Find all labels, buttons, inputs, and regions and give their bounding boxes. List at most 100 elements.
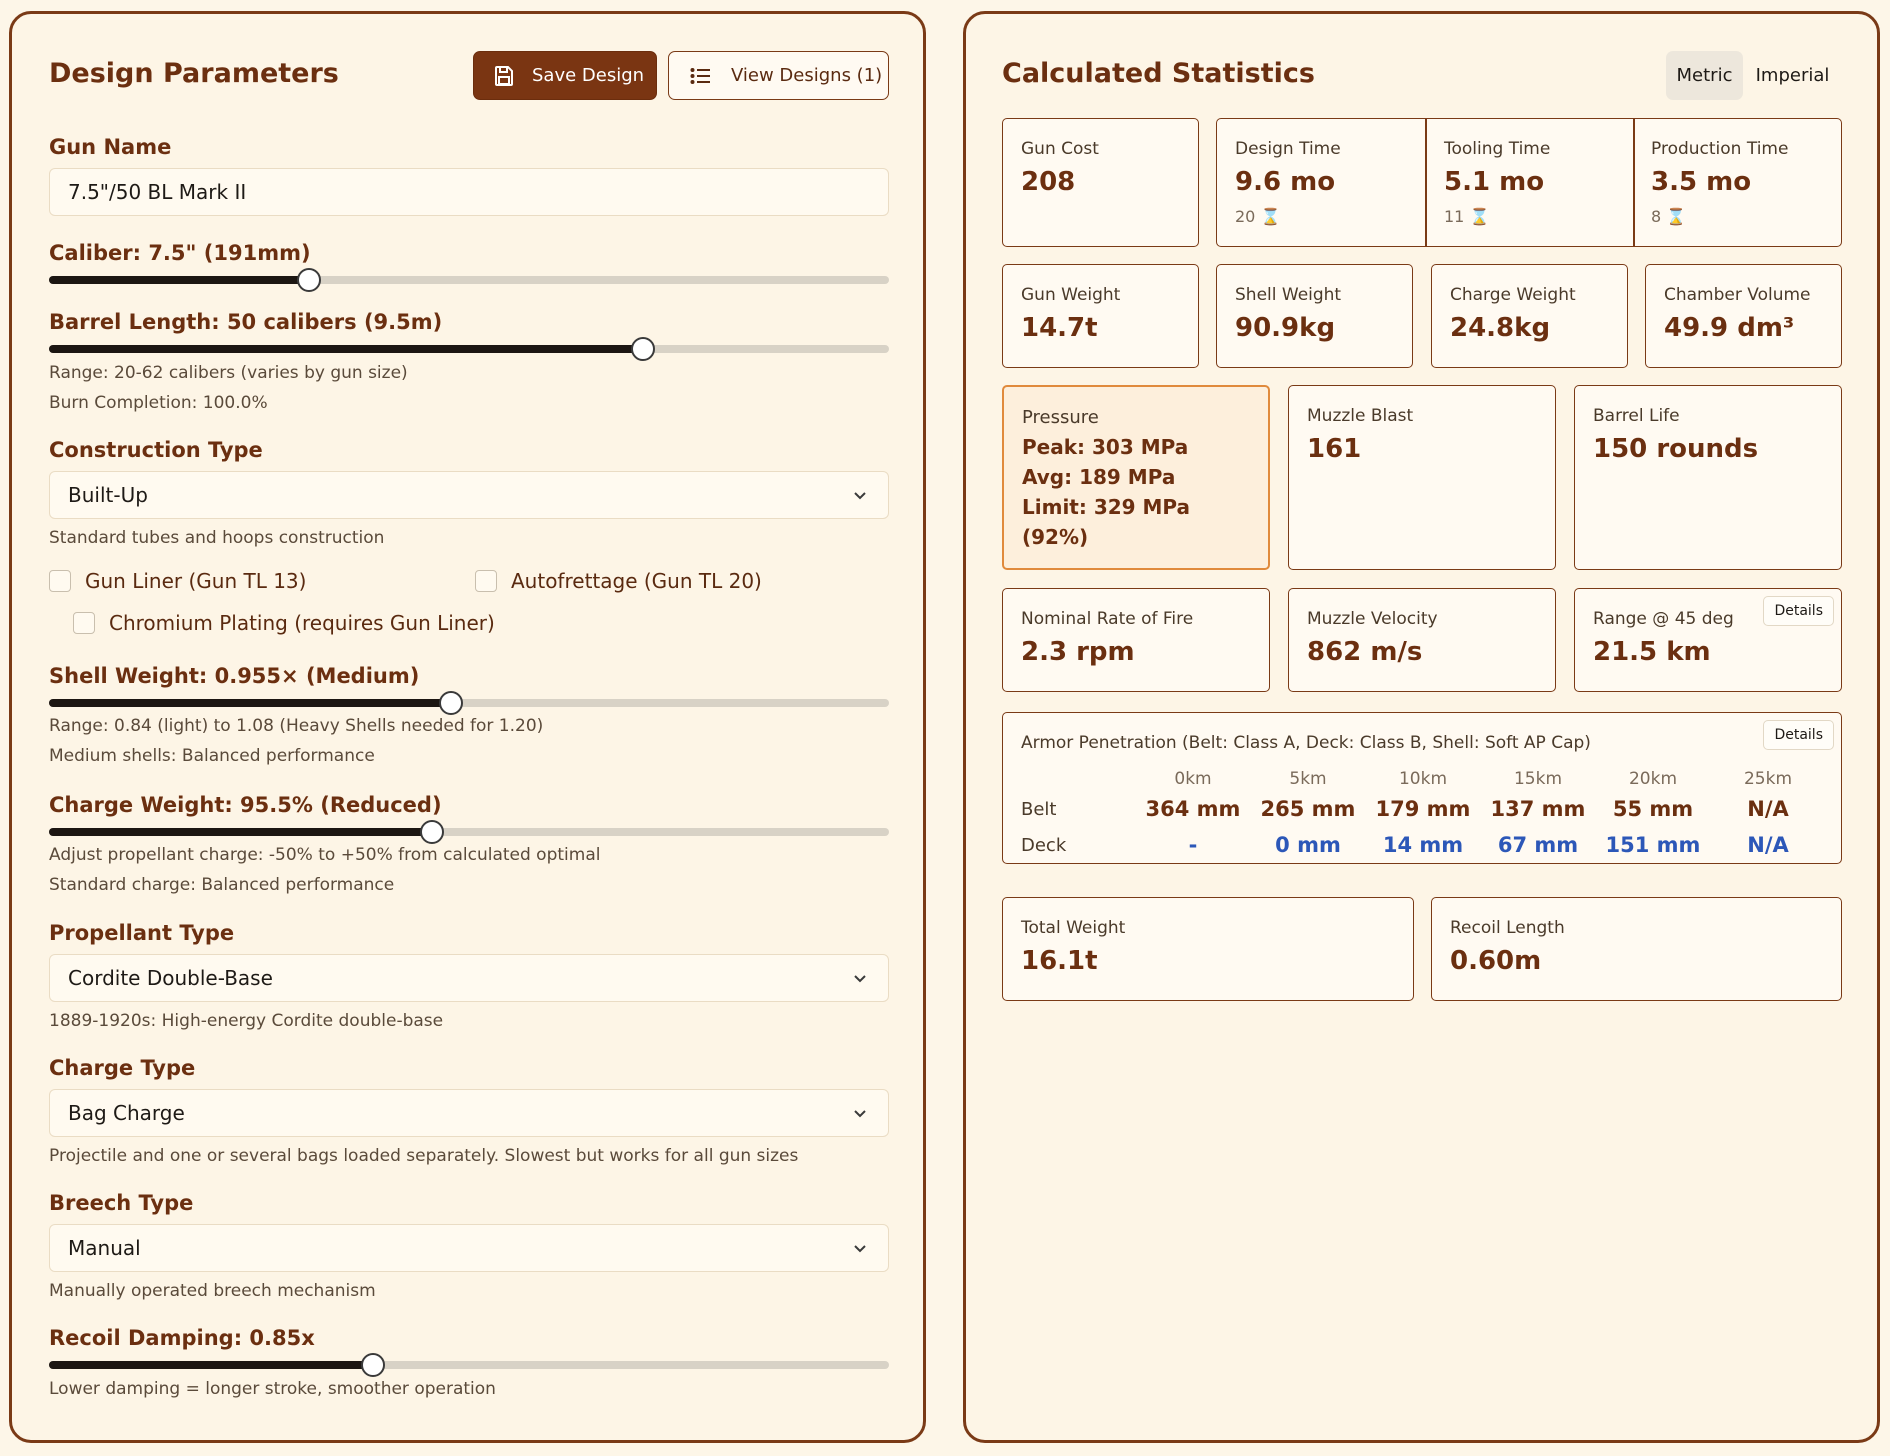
total-weight-label: Total Weight [1021,918,1126,938]
production-time-value: 3.5 mo [1651,167,1752,197]
gun-weight-value: 14.7t [1021,313,1098,343]
gun-name-input[interactable]: 7.5"/50 BL Mark II [49,168,889,216]
gun-name-value: 7.5"/50 BL Mark II [68,180,247,204]
construction-type-hint: Standard tubes and hoops construction [49,528,385,548]
shell-weight-desc-hint: Medium shells: Balanced performance [49,746,375,766]
recoil-damping-slider-fill [49,1361,374,1369]
design-parameters-title: Design Parameters [49,58,339,89]
autofrettage-checkbox-box[interactable] [475,570,497,592]
save-design-button[interactable]: Save Design [473,51,657,100]
design-parameters-panel: Design Parameters Save Design View Desig… [9,11,926,1443]
design-time-turns: 20 ⌛ [1235,207,1281,226]
recoil-length-label: Recoil Length [1450,918,1565,938]
armor-deck-20km: 151 mm [1605,833,1701,857]
pressure-avg: Avg: 189 MPa [1022,465,1176,489]
charge-weight-stat-label: Charge Weight [1450,285,1576,305]
armor-header-25km: 25km [1743,769,1793,789]
gun-cost-value: 208 [1021,167,1076,197]
autofrettage-checkbox[interactable]: Autofrettage (Gun TL 20) [475,569,762,593]
range-details-button[interactable]: Details [1763,596,1834,626]
recoil-length-card: Recoil Length 0.60m [1431,897,1842,1001]
armor-belt-5km: 265 mm [1260,797,1356,821]
recoil-damping-slider[interactable] [49,1353,889,1377]
view-designs-label: View Designs (1) [731,65,883,86]
rate-of-fire-label: Nominal Rate of Fire [1021,609,1194,629]
breech-type-select[interactable]: Manual [49,1224,889,1272]
armor-header-10km: 10km [1398,769,1448,789]
chromium-plating-checkbox[interactable]: Chromium Plating (requires Gun Liner) [73,611,495,635]
charge-weight-label: Charge Weight: 95.5% (Reduced) [49,793,442,817]
chevron-down-icon [854,975,866,983]
caliber-slider[interactable] [49,268,889,292]
chevron-down-icon [854,1245,866,1253]
barrel-life-value: 150 rounds [1593,434,1759,464]
gun-liner-label: Gun Liner (Gun TL 13) [85,569,307,593]
rate-of-fire-card: Nominal Rate of Fire 2.3 rpm [1002,588,1270,692]
muzzle-velocity-value: 862 m/s [1307,637,1423,667]
gun-liner-checkbox[interactable]: Gun Liner (Gun TL 13) [49,569,306,593]
shell-weight-stat-value: 90.9kg [1235,313,1336,343]
recoil-damping-slider-thumb[interactable] [361,1353,386,1377]
armor-belt-0km: 364 mm [1145,797,1241,821]
charge-weight-slider-fill [49,828,433,836]
shell-weight-slider-fill [49,699,452,707]
pressure-card: Pressure Peak: 303 MPa Avg: 189 MPa Limi… [1002,385,1270,570]
chromium-plating-checkbox-box[interactable] [73,612,95,634]
recoil-damping-label: Recoil Damping: 0.85x [49,1326,315,1350]
barrel-length-slider-thumb[interactable] [630,337,655,361]
view-designs-button[interactable]: View Designs (1) [668,51,889,100]
armor-header-0km: 0km [1174,769,1212,789]
armor-deck-10km: 14 mm [1382,833,1464,857]
total-weight-value: 16.1t [1021,946,1098,976]
save-design-label: Save Design [532,65,645,86]
muzzle-blast-card: Muzzle Blast 161 [1288,385,1556,570]
chevron-down-icon [854,1110,866,1118]
armor-header-15km: 15km [1513,769,1563,789]
propellant-type-select[interactable]: Cordite Double-Base [49,954,889,1002]
time-card-divider [1425,119,1427,246]
barrel-life-label: Barrel Life [1593,406,1680,426]
time-card-divider [1633,119,1635,246]
armor-deck-25km: N/A [1747,833,1789,857]
chevron-down-icon [854,492,866,500]
unit-imperial-toggle[interactable]: Imperial [1746,51,1839,100]
shell-weight-slider[interactable] [49,691,889,715]
construction-type-select[interactable]: Built-Up [49,471,889,519]
charge-weight-slider[interactable] [49,820,889,844]
armor-belt-25km: N/A [1747,797,1789,821]
total-weight-card: Total Weight 16.1t [1002,897,1414,1001]
barrel-length-label: Barrel Length: 50 calibers (9.5m) [49,310,443,334]
gun-cost-label: Gun Cost [1021,139,1099,159]
shell-weight-slider-thumb[interactable] [439,691,464,715]
calculated-statistics-title: Calculated Statistics [1002,58,1315,89]
muzzle-blast-label: Muzzle Blast [1307,406,1414,426]
pressure-label: Pressure [1022,407,1099,428]
gun-liner-checkbox-box[interactable] [49,570,71,592]
calculated-statistics-panel: Calculated Statistics Metric Imperial Gu… [963,11,1880,1443]
barrel-life-card: Barrel Life 150 rounds [1574,385,1842,570]
gun-weight-label: Gun Weight [1021,285,1121,305]
charge-type-select[interactable]: Bag Charge [49,1089,889,1137]
armor-details-button[interactable]: Details [1763,720,1834,750]
tooling-time-turns: 11 ⌛ [1444,207,1490,226]
autofrettage-label: Autofrettage (Gun TL 20) [511,569,762,593]
barrel-length-slider[interactable] [49,337,889,361]
armor-header-20km: 20km [1628,769,1678,789]
list-icon [690,67,710,84]
construction-type-value: Built-Up [68,483,148,507]
production-time-turns: 8 ⌛ [1651,207,1687,226]
breech-type-label: Breech Type [49,1191,194,1215]
pressure-limit: Limit: 329 MPa [1022,495,1191,519]
time-card-group: Design Time 9.6 mo 20 ⌛ Tooling Time 5.1… [1216,118,1842,247]
charge-type-label: Charge Type [49,1056,196,1080]
chamber-volume-card: Chamber Volume 49.9 dm³ [1645,264,1842,368]
charge-type-value: Bag Charge [68,1101,185,1125]
armor-deck-0km: - [1188,833,1198,857]
tooling-time-label: Tooling Time [1444,139,1551,159]
tooling-time-value: 5.1 mo [1444,167,1545,197]
range-card: Range @ 45 deg 21.5 km Details [1574,588,1842,692]
unit-metric-toggle[interactable]: Metric [1666,51,1743,100]
charge-weight-slider-thumb[interactable] [420,820,445,844]
chamber-volume-value: 49.9 dm³ [1664,313,1795,343]
caliber-slider-thumb[interactable] [296,268,321,292]
